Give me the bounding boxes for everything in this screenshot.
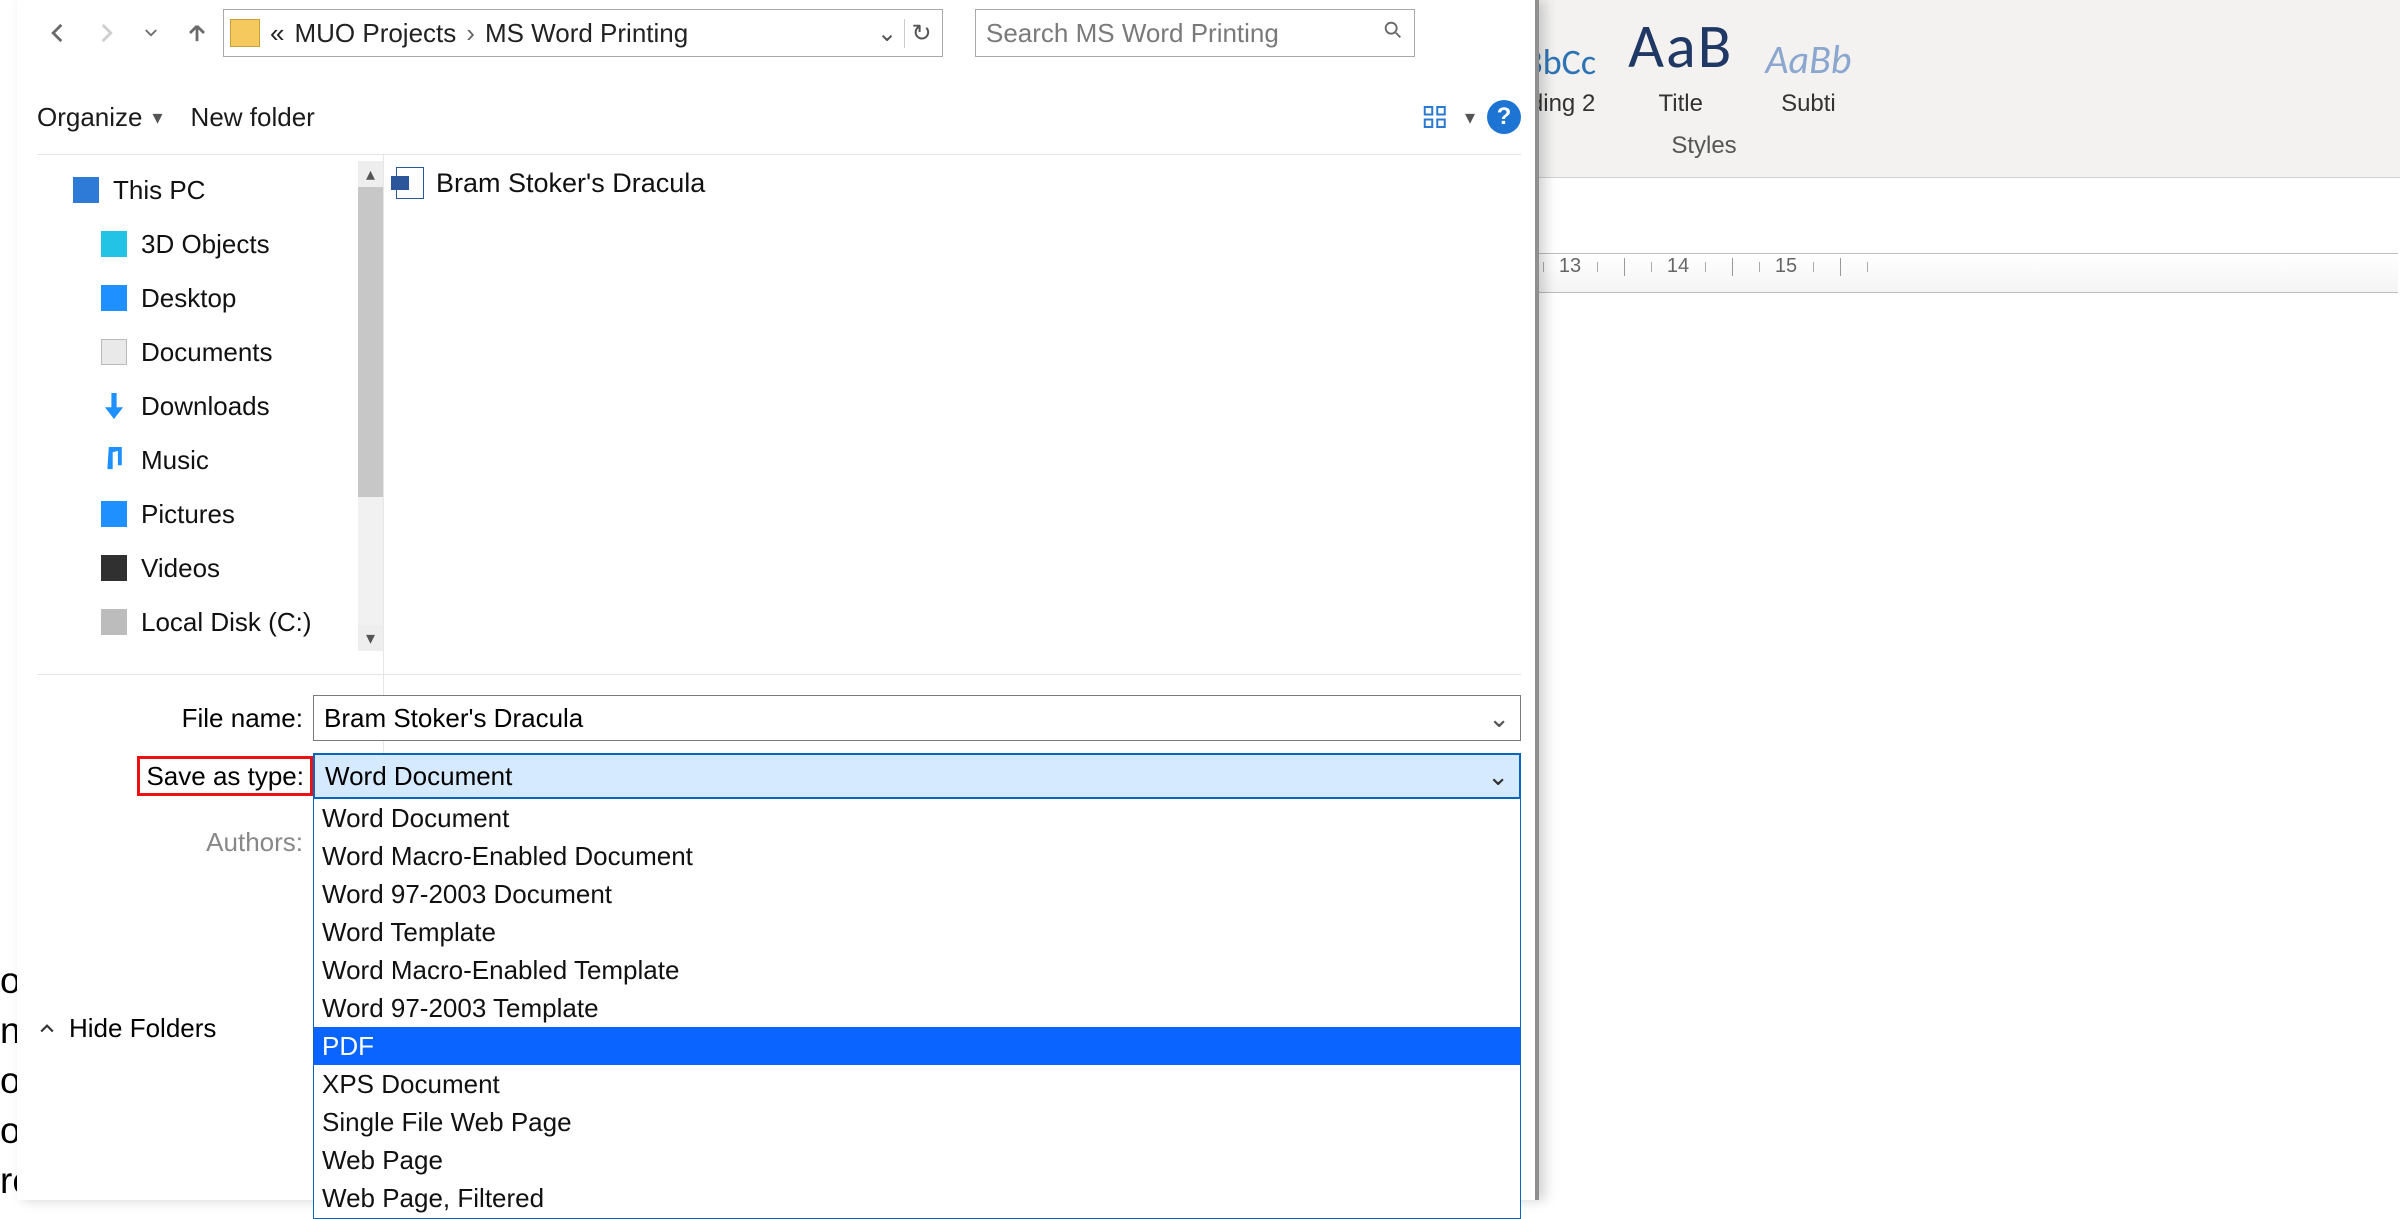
style-sample: AaBb <box>1765 22 1851 84</box>
tree-node[interactable]: This PC <box>67 163 383 217</box>
ruler-number: 15 <box>1775 255 1797 278</box>
filetype-option[interactable]: Word Template <box>314 913 1520 951</box>
tree-node-label: 3D Objects <box>141 229 270 260</box>
folder-icon <box>230 19 260 47</box>
crumb-overflow[interactable]: « <box>270 18 284 49</box>
tree-node[interactable]: Videos <box>67 541 383 595</box>
tree-node-label: Documents <box>141 337 273 368</box>
nav-tree[interactable]: This PC 3D Objects Desktop Documents Downloa… <box>37 163 383 649</box>
filetype-option[interactable]: Web Page, Filtered <box>314 1179 1520 1217</box>
filetype-option[interactable]: Word Macro-Enabled Document <box>314 837 1520 875</box>
scroll-thumb[interactable] <box>358 187 383 497</box>
style-item[interactable]: AaB Title <box>1612 10 1749 126</box>
filetype-option[interactable]: Single File Web Page <box>314 1103 1520 1141</box>
save-form: File name: Bram Stoker's Dracula ⌄ Save … <box>37 674 1521 1200</box>
nav-up-button[interactable] <box>177 13 217 53</box>
downloads-icon <box>101 393 127 419</box>
filetype-select[interactable]: Word Document ⌄ Word DocumentWord Macro-… <box>313 753 1521 799</box>
tree-node-label: Downloads <box>141 391 270 422</box>
filetype-label: Save as type: <box>137 756 313 796</box>
file-item[interactable]: Bram Stoker's Dracula <box>396 167 1509 199</box>
filename-input[interactable]: Bram Stoker's Dracula ⌄ <box>313 695 1521 741</box>
style-sample: AaB <box>1628 22 1733 84</box>
tree-node-label: Music <box>141 445 209 476</box>
help-button[interactable]: ? <box>1487 100 1521 134</box>
address-breadcrumb[interactable]: « MUO Projects › MS Word Printing ⌄ ↻ <box>223 9 943 57</box>
file-name: Bram Stoker's Dracula <box>436 168 705 199</box>
style-label: Subti <box>1781 90 1836 118</box>
nav-recent-dropdown[interactable] <box>131 13 171 53</box>
tree-node-label: Pictures <box>141 499 235 530</box>
pc-icon <box>73 177 99 203</box>
filetype-option[interactable]: XPS Document <box>314 1065 1520 1103</box>
new-folder-button[interactable]: New folder <box>191 102 315 133</box>
filetype-option[interactable]: Word Macro-Enabled Template <box>314 951 1520 989</box>
save-as-dialog: « MUO Projects › MS Word Printing ⌄ ↻ Or… <box>17 0 1539 1200</box>
filetype-option[interactable]: Word Document <box>314 799 1520 837</box>
refresh-button[interactable]: ↻ <box>904 19 938 48</box>
tree-node[interactable]: Local Disk (C:) <box>67 595 383 649</box>
filetype-dropdown[interactable]: Word DocumentWord Macro-Enabled Document… <box>313 799 1521 1219</box>
organize-label: Organize <box>37 102 143 133</box>
filename-label: File name: <box>37 703 313 734</box>
nav-back-button[interactable] <box>39 13 79 53</box>
filename-row: File name: Bram Stoker's Dracula ⌄ <box>37 689 1521 747</box>
chevron-down-icon: ▾ <box>153 105 163 130</box>
chevron-up-icon <box>37 1019 57 1039</box>
chevron-down-icon[interactable]: ⌄ <box>1488 703 1510 734</box>
documents-icon <box>101 339 127 365</box>
search-input[interactable] <box>986 18 1382 49</box>
search-box[interactable] <box>975 9 1415 57</box>
filetype-value: Word Document <box>325 761 512 792</box>
tree-node[interactable]: Music <box>67 433 383 487</box>
address-bar-row: « MUO Projects › MS Word Printing ⌄ ↻ <box>39 8 1521 58</box>
organize-menu[interactable]: Organize ▾ <box>37 102 163 133</box>
search-icon <box>1382 19 1404 48</box>
tree-node[interactable]: Pictures <box>67 487 383 541</box>
authors-label: Authors: <box>37 827 313 858</box>
nav-forward-button[interactable] <box>85 13 125 53</box>
word-doc-icon <box>396 167 424 199</box>
style-label: Title <box>1659 90 1703 118</box>
filetype-label-wrap: Save as type: <box>37 761 313 792</box>
hide-folders-button[interactable]: Hide Folders <box>37 1013 216 1044</box>
crumb-item[interactable]: MS Word Printing <box>485 18 688 49</box>
view-options-button[interactable] <box>1419 100 1453 134</box>
hide-folders-label: Hide Folders <box>69 1013 216 1044</box>
tree-node[interactable]: Documents <box>67 325 383 379</box>
tree-node[interactable]: Downloads <box>67 379 383 433</box>
tree-node-label: Desktop <box>141 283 236 314</box>
tree-node-label: Videos <box>141 553 220 584</box>
filetype-option[interactable]: Word 97-2003 Document <box>314 875 1520 913</box>
ruler-number: 13 <box>1559 255 1581 278</box>
videos-icon <box>101 555 127 581</box>
ruler-number: 14 <box>1667 255 1689 278</box>
tree-node[interactable]: 3D Objects <box>67 217 383 271</box>
scroll-down-button[interactable]: ▾ <box>358 625 383 651</box>
tree-node[interactable]: Desktop <box>67 271 383 325</box>
command-bar: Organize ▾ New folder ▾ ? <box>37 90 1521 144</box>
tree-node-label: Local Disk (C:) <box>141 607 311 638</box>
chevron-right-icon: › <box>466 18 475 49</box>
3d-objects-icon <box>101 231 127 257</box>
desktop-icon <box>101 285 127 311</box>
address-dropdown[interactable]: ⌄ <box>870 19 904 48</box>
filetype-option[interactable]: PDF <box>314 1027 1520 1065</box>
filetype-row: Save as type: Word Document ⌄ Word Docum… <box>37 747 1521 805</box>
pictures-icon <box>101 501 127 527</box>
crumb-item[interactable]: MUO Projects <box>294 18 456 49</box>
disk-icon <box>101 609 127 635</box>
tree-scrollbar[interactable]: ▴ ▾ <box>358 161 383 651</box>
style-item[interactable]: AaBb Subti <box>1749 10 1867 126</box>
tree-node-label: This PC <box>113 175 205 206</box>
scroll-track[interactable] <box>358 187 383 625</box>
filetype-option[interactable]: Word 97-2003 Template <box>314 989 1520 1027</box>
music-icon <box>101 447 127 473</box>
scroll-up-button[interactable]: ▴ <box>358 161 383 187</box>
filetype-option[interactable]: Web Page <box>314 1141 1520 1179</box>
filename-value: Bram Stoker's Dracula <box>324 703 583 734</box>
chevron-down-icon[interactable]: ▾ <box>1465 105 1475 130</box>
chevron-down-icon: ⌄ <box>1487 761 1509 792</box>
